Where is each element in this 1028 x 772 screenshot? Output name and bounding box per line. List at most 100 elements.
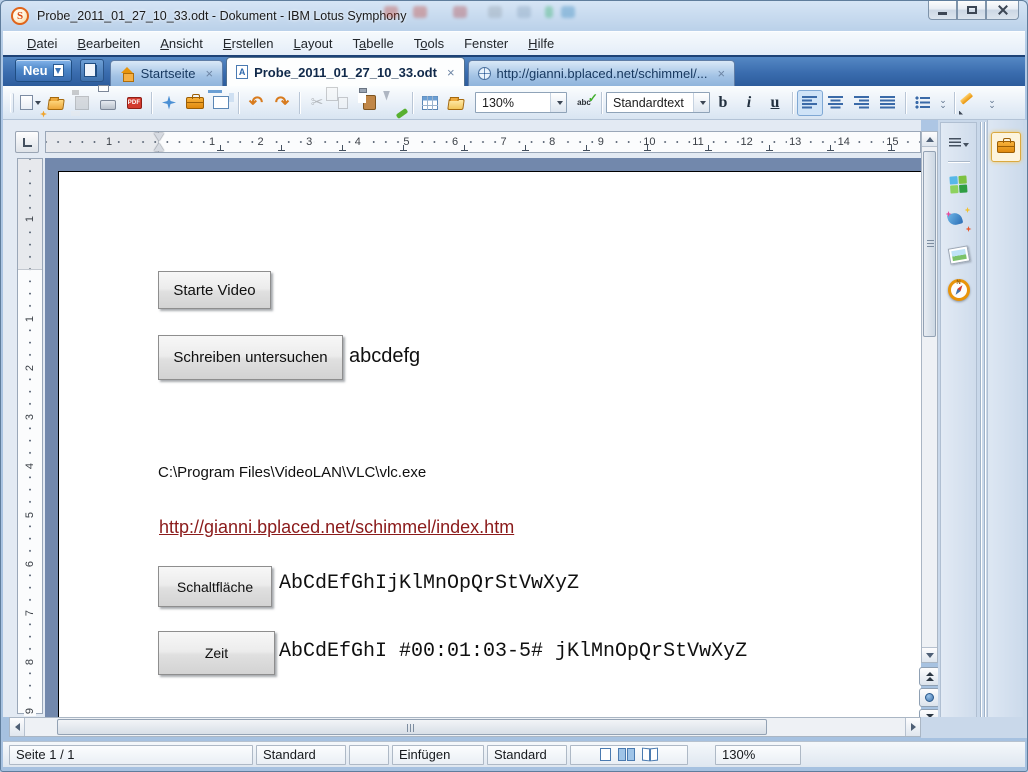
double-page-view-icon[interactable] <box>618 748 635 761</box>
tab-stop-marker[interactable] <box>217 145 224 151</box>
horizontal-ruler[interactable]: 1 123456789101112131415 <box>45 131 921 153</box>
status-insert-mode[interactable]: Einfügen <box>392 745 484 765</box>
bold-button[interactable]: b <box>710 90 736 116</box>
tab-stop-marker[interactable] <box>461 145 468 151</box>
tab-stop-marker[interactable] <box>339 145 346 151</box>
tab-label: Probe_2011_01_27_10_33.odt <box>254 65 437 80</box>
page[interactable]: Starte Video Schreiben untersuchen abcde… <box>58 171 921 717</box>
export-pdf-button[interactable]: PDF <box>121 90 147 116</box>
bullet-list-button[interactable] <box>910 90 936 116</box>
menu-datei[interactable]: Datei <box>17 34 67 53</box>
zeit-button[interactable]: Zeit <box>158 631 275 675</box>
vertical-scrollbar[interactable] <box>921 131 938 663</box>
scroll-right-button[interactable] <box>905 718 920 736</box>
menu-erstellen[interactable]: Erstellen <box>213 34 284 53</box>
menu-ansicht[interactable]: Ansicht <box>150 34 213 53</box>
menu-layout[interactable]: Layout <box>283 34 342 53</box>
duplicate-tab-button[interactable] <box>80 59 104 82</box>
tab-stop-marker[interactable] <box>644 145 651 151</box>
panels-button[interactable] <box>208 90 234 116</box>
indent-marker[interactable] <box>154 133 165 151</box>
menu-tabelle[interactable]: Tabelle <box>343 34 404 53</box>
tab-stop-marker[interactable] <box>400 145 407 151</box>
menu-bearbeiten[interactable]: Bearbeiten <box>67 34 150 53</box>
tab-stop-marker[interactable] <box>278 145 285 151</box>
navigation-button[interactable] <box>919 688 940 707</box>
tab-startseite[interactable]: Startseite × <box>110 60 224 86</box>
starte-video-button[interactable]: Starte Video <box>158 271 271 309</box>
tab-probe-document[interactable]: A Probe_2011_01_27_10_33.odt × <box>226 57 464 86</box>
justify-button[interactable] <box>875 90 901 116</box>
new-file-button[interactable] <box>17 90 43 116</box>
italic-button[interactable]: i <box>736 90 762 116</box>
shapes-panel-button[interactable] <box>946 172 972 198</box>
combo-dropdown-button[interactable] <box>550 93 566 112</box>
minimize-button[interactable] <box>928 1 957 20</box>
panel-splitter[interactable] <box>979 122 987 736</box>
single-page-view-icon[interactable] <box>600 748 611 761</box>
vertical-scroll-thumb[interactable] <box>923 151 936 337</box>
align-left-button[interactable] <box>797 90 823 116</box>
scroll-down-button[interactable] <box>922 647 937 662</box>
tab-stop-marker[interactable] <box>827 145 834 151</box>
insert-graphic-button[interactable] <box>443 90 469 116</box>
underline-button[interactable]: u <box>762 90 788 116</box>
zoom-combobox[interactable]: 130% <box>475 92 567 113</box>
book-view-icon[interactable] <box>642 748 658 761</box>
combo-dropdown-button[interactable] <box>693 93 709 112</box>
tab-type-selector[interactable] <box>15 131 39 153</box>
toolbox-button[interactable] <box>182 90 208 116</box>
maximize-button[interactable] <box>957 1 986 20</box>
paste-button[interactable] <box>356 90 382 116</box>
menu-hilfe[interactable]: Hilfe <box>518 34 564 53</box>
tab-stop-marker[interactable] <box>522 145 529 151</box>
properties-button[interactable] <box>156 90 182 116</box>
previous-page-button[interactable] <box>919 667 940 686</box>
tab-close-icon[interactable]: × <box>718 66 726 81</box>
toolbar-overflow-button[interactable]: ⌄⌄ <box>936 98 950 108</box>
status-page-style[interactable]: Standard <box>256 745 346 765</box>
menu-tools[interactable]: Tools <box>404 34 454 53</box>
tab-stop-marker[interactable] <box>583 145 590 151</box>
scroll-left-button[interactable] <box>10 718 25 736</box>
tab-stop-marker[interactable] <box>705 145 712 151</box>
toolbox-panel-button[interactable] <box>991 132 1021 162</box>
insert-table-button[interactable] <box>417 90 443 116</box>
redo-button[interactable]: ↷ <box>269 90 295 116</box>
copy-button[interactable] <box>330 90 356 116</box>
format-brush-button[interactable] <box>382 90 408 116</box>
document-area[interactable]: Starte Video Schreiben untersuchen abcde… <box>45 158 921 717</box>
horizontal-scroll-thumb[interactable] <box>57 719 767 735</box>
vertical-ruler[interactable]: 1 123456789 <box>17 158 43 714</box>
open-button[interactable] <box>43 90 69 116</box>
close-button[interactable] <box>986 1 1019 20</box>
tab-stop-marker[interactable] <box>766 145 773 151</box>
gallery-panel-button[interactable] <box>946 207 972 233</box>
sidebar-menu-button[interactable] <box>949 137 969 147</box>
spellcheck-button[interactable]: abc✓ <box>571 90 597 116</box>
pictures-panel-button[interactable] <box>946 242 972 268</box>
schaltflaeche-button[interactable]: Schaltfläche <box>158 566 272 607</box>
scroll-up-button[interactable] <box>922 132 937 147</box>
tab-close-icon[interactable]: × <box>205 66 213 81</box>
align-right-button[interactable] <box>849 90 875 116</box>
print-button[interactable] <box>95 90 121 116</box>
hyperlink-schimmel[interactable]: http://gianni.bplaced.net/schimmel/index… <box>159 517 514 538</box>
schreiben-untersuchen-button[interactable]: Schreiben untersuchen <box>158 335 343 380</box>
paragraph-style-combobox[interactable]: Standardtext <box>606 92 710 113</box>
navigator-panel-button[interactable]: N <box>946 277 972 303</box>
status-view-layout-label[interactable]: Standard <box>487 745 567 765</box>
new-document-button[interactable]: Neu <box>15 59 72 82</box>
horizontal-scrollbar[interactable] <box>9 717 921 737</box>
undo-button[interactable]: ↶ <box>243 90 269 116</box>
tab-stop-marker[interactable] <box>888 145 895 151</box>
align-center-button[interactable] <box>823 90 849 116</box>
tab-close-icon[interactable]: × <box>447 65 455 80</box>
draw-tools-button[interactable] <box>959 90 985 116</box>
status-zoom[interactable]: 130% <box>715 745 801 765</box>
menu-fenster[interactable]: Fenster <box>454 34 518 53</box>
draw-tools-overflow-button[interactable]: ⌄⌄ <box>985 98 999 108</box>
tab-browser[interactable]: http://gianni.bplaced.net/schimmel/... × <box>468 60 736 86</box>
save-button[interactable] <box>69 90 95 116</box>
chevron-down-icon <box>35 101 41 105</box>
